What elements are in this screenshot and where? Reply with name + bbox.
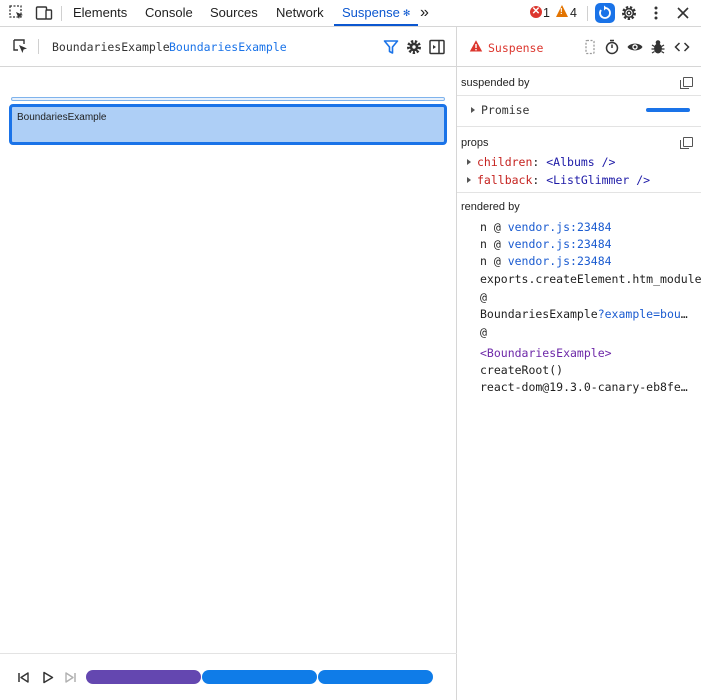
source-link[interactable]: vendor.js:23484	[508, 254, 612, 268]
suspense-details-panel: Suspense suspended by Promise props chil…	[457, 27, 701, 700]
prop-value: <ListGlimmer />	[546, 173, 651, 187]
stack-frame-name: exports.createElement.htm_module_de	[480, 272, 701, 286]
prop-row[interactable]: children: <Albums />	[467, 155, 616, 169]
stack-frame: BoundariesExample?example=bounda…	[480, 307, 693, 321]
device-toolbar-icon[interactable]	[35, 4, 53, 22]
stack-frame-name: @	[480, 290, 487, 304]
close-icon[interactable]	[674, 4, 692, 22]
suspense-rects-track[interactable]	[11, 97, 445, 101]
props-heading: props	[461, 137, 489, 149]
stack-frame-name: @	[480, 325, 487, 339]
copy-icon[interactable]	[680, 77, 693, 89]
source-link[interactable]: vendor.js:23484	[508, 220, 612, 234]
skip-previous-icon[interactable]	[15, 669, 33, 687]
stack-frame: n @ vendor.js:23484	[480, 237, 701, 251]
timer-icon[interactable]	[603, 38, 621, 56]
suspense-tree-panel: BoundariesExample BoundariesExample Boun…	[0, 27, 457, 700]
warning-glyph: !	[560, 7, 563, 16]
warning-icon: !	[556, 5, 568, 17]
tab-suspense-label: Suspense	[342, 5, 400, 20]
warning-icon	[469, 39, 483, 53]
expand-caret-icon[interactable]	[467, 177, 471, 183]
source-link[interactable]: vendor.js:23484	[508, 237, 612, 251]
suspended-by-item[interactable]: Promise	[471, 103, 529, 117]
stack-frame-name: n @	[480, 254, 508, 268]
timeline-segment[interactable]	[86, 670, 201, 684]
prop-key: fallback	[477, 173, 533, 187]
details-title: Suspense	[488, 41, 544, 55]
tab-elements[interactable]: Elements	[73, 0, 127, 26]
suspense-boundary-label: BoundariesExample	[17, 112, 107, 123]
create-root-frame: createRoot()	[480, 363, 564, 377]
sync-icon[interactable]	[595, 3, 615, 23]
eye-icon[interactable]	[626, 38, 644, 56]
inspect-element-icon[interactable]	[8, 4, 26, 22]
filter-icon[interactable]	[382, 38, 400, 56]
skip-next-icon[interactable]	[62, 669, 80, 687]
more-tabs-button[interactable]: »	[420, 0, 429, 26]
more-options-icon[interactable]	[647, 4, 665, 22]
settings-gear-icon[interactable]	[405, 38, 423, 56]
stack-frame: @	[480, 290, 701, 304]
toolbar-divider	[38, 39, 39, 54]
play-icon[interactable]	[39, 669, 57, 687]
settings-gear-icon[interactable]	[620, 4, 638, 22]
timeline-segment[interactable]	[318, 670, 433, 684]
stack-frame-name: BoundariesExample	[480, 307, 598, 321]
breadcrumb-root[interactable]: BoundariesExample	[52, 40, 170, 54]
suspend-toggle-icon[interactable]	[581, 38, 599, 56]
stack-frame-name: n @	[480, 220, 508, 234]
bug-icon[interactable]	[649, 38, 667, 56]
error-icon: ✕	[530, 6, 542, 18]
rendered-by-heading: rendered by	[461, 201, 520, 213]
divider	[457, 95, 701, 96]
promise-label: Promise	[481, 103, 530, 117]
timeline-footer	[0, 653, 457, 700]
breadcrumb-current[interactable]: BoundariesExample	[169, 40, 287, 54]
stack-frame: n @ vendor.js:23484	[480, 254, 701, 268]
tab-console[interactable]: Console	[145, 0, 193, 26]
view-source-icon[interactable]	[673, 38, 691, 56]
copy-icon[interactable]	[680, 137, 693, 149]
tab-network[interactable]: Network	[276, 0, 324, 26]
prop-value: <Albums />	[546, 155, 616, 169]
expand-caret-icon[interactable]	[467, 159, 471, 165]
tab-activity-dot-icon: ✻	[402, 8, 411, 18]
suspense-boundary-rect[interactable]: BoundariesExample	[9, 104, 447, 145]
source-link[interactable]: ?example=bounda…	[598, 307, 693, 321]
toolbar-divider	[587, 6, 588, 21]
devtools-tabbar: Elements Console Sources Network Suspens…	[0, 0, 701, 27]
stack-frame-name: n @	[480, 237, 508, 251]
stack-frame: @	[480, 325, 701, 339]
promise-timing-bar	[646, 108, 690, 112]
divider	[457, 126, 701, 127]
toggle-sidebar-icon[interactable]	[428, 38, 446, 56]
stack-frame: n @ vendor.js:23484	[480, 220, 701, 234]
timeline-segment[interactable]	[202, 670, 317, 684]
prop-key: children	[477, 155, 533, 169]
toolbar-divider	[61, 6, 62, 21]
prop-row[interactable]: fallback: <ListGlimmer />	[467, 173, 650, 187]
owner-component-link[interactable]: <BoundariesExample>	[480, 346, 612, 360]
tab-sources[interactable]: Sources	[210, 0, 258, 26]
expand-caret-icon[interactable]	[471, 107, 475, 113]
tree-toolbar: BoundariesExample BoundariesExample	[0, 27, 457, 67]
suspended-by-heading: suspended by	[461, 77, 530, 89]
select-component-icon[interactable]	[12, 38, 30, 56]
error-count[interactable]: 1	[543, 0, 550, 26]
tab-suspense[interactable]: Suspense ✻	[334, 0, 419, 26]
divider	[457, 192, 701, 193]
stack-frame: exports.createElement.htm_module_de	[480, 272, 701, 286]
warning-count[interactable]: 4	[570, 0, 577, 26]
react-version: react-dom@19.3.0-canary-eb8feb71…	[480, 380, 693, 394]
details-header: Suspense	[457, 27, 701, 67]
